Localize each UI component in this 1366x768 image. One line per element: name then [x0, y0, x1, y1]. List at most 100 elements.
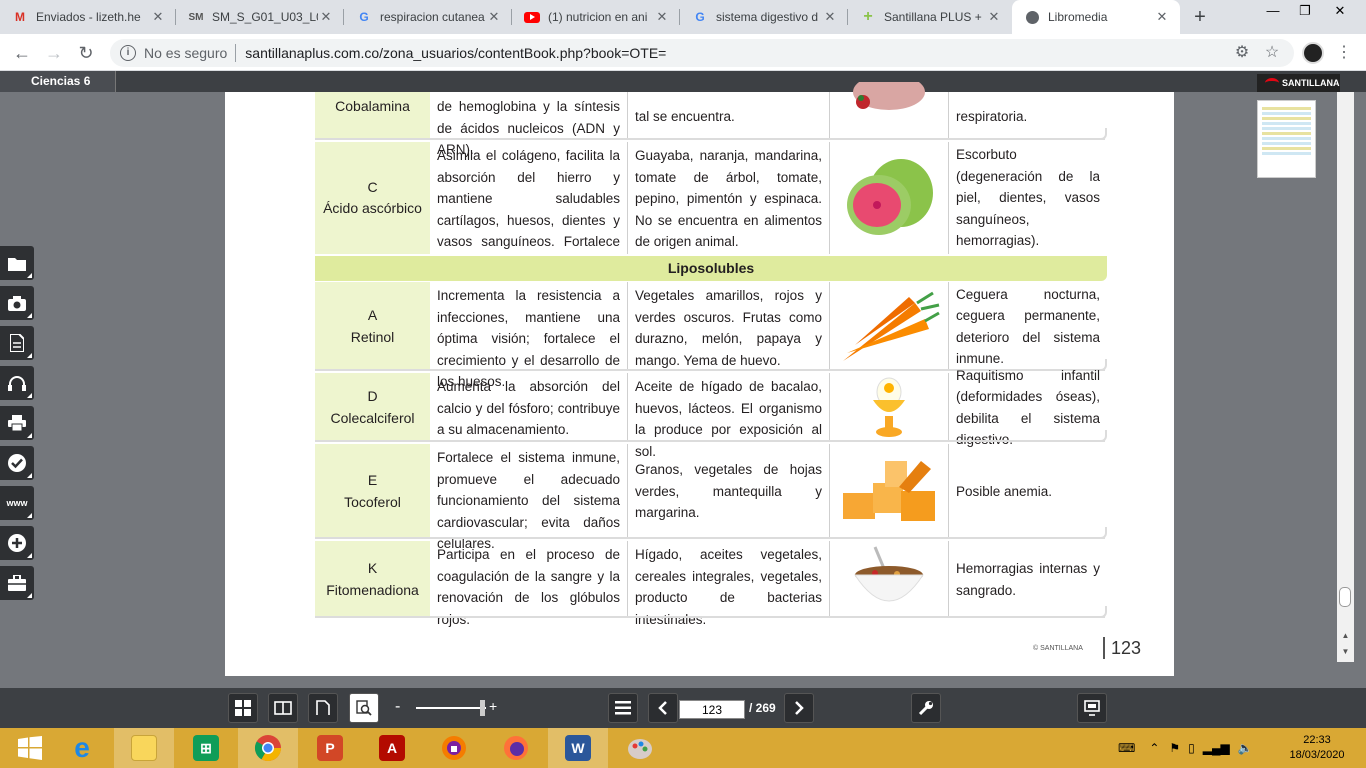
taskbar-app[interactable] [424, 728, 484, 768]
close-icon[interactable]: ✕ [654, 9, 670, 25]
close-window-button[interactable]: ✕ [1325, 0, 1355, 22]
sources-cell: Guayaba, naranja, mandarina, tomate de á… [628, 142, 830, 254]
www-icon[interactable]: www [0, 486, 34, 520]
page-thumbnail[interactable] [1257, 100, 1316, 178]
close-icon[interactable]: ✕ [822, 9, 838, 25]
forward-button[interactable]: → [42, 41, 66, 65]
windows-taskbar: e ⊞ P A W ⌨ ⌃ ⚑ ▯ ▂▄▆ 🔈 22:33 18/03/2020 [0, 728, 1366, 768]
santillana-logo-icon [1265, 78, 1279, 88]
double-page-icon[interactable] [268, 693, 298, 723]
camera-icon[interactable] [0, 286, 34, 320]
row-divider [315, 606, 1107, 618]
carrot-icon [843, 291, 940, 361]
volume-icon[interactable]: 🔈 [1238, 741, 1253, 755]
restore-button[interactable]: ❐ [1290, 0, 1320, 22]
function-text: Fortalece el sistema inmune, promueve el… [437, 450, 620, 551]
close-icon[interactable]: ✕ [486, 9, 502, 25]
close-icon[interactable]: ✕ [986, 9, 1002, 25]
scroll-down-icon[interactable]: ▼ [1337, 644, 1354, 660]
powerpoint-icon: P [317, 735, 343, 761]
add-icon[interactable] [0, 526, 34, 560]
table-row: E Tocoferol Fortalece el sistema inmune,… [315, 444, 1107, 551]
taskbar-file-explorer[interactable] [114, 728, 174, 768]
taskbar-firefox[interactable] [486, 728, 546, 768]
flag-icon[interactable]: ⚑ [1169, 741, 1180, 755]
zoom-in-button[interactable]: + [489, 698, 497, 714]
clock-date: 18/03/2020 [1289, 749, 1345, 761]
thumb-line [1262, 147, 1311, 150]
keyboard-icon[interactable]: ⌨ [1118, 741, 1135, 755]
zoom-slider[interactable] [416, 707, 486, 709]
close-icon[interactable]: ✕ [318, 9, 334, 25]
check-icon[interactable] [0, 446, 34, 480]
youtube-icon [524, 9, 540, 25]
deficiency-text: Raquitismo infantil (deformidades óseas)… [956, 367, 1100, 448]
start-button[interactable] [0, 728, 60, 768]
folder-icon[interactable] [0, 246, 34, 280]
sources-cell: Vegetales amarillos, rojos y verdes oscu… [628, 282, 830, 371]
function-cell: Participa en el proceso de coagulación d… [430, 541, 628, 627]
chevron-up-icon[interactable]: ⌃ [1149, 741, 1159, 755]
tab-sistema-digestivo[interactable]: G sistema digestivo d ✕ [680, 0, 848, 34]
taskbar-ie[interactable]: e [52, 728, 112, 768]
tab-gmail[interactable]: M Enviados - lizeth.he ✕ [0, 0, 176, 34]
viewer-toolbar: - + / 269 [0, 688, 1366, 728]
minimize-button[interactable]: — [1258, 0, 1288, 22]
taskbar-acrobat[interactable]: A [362, 728, 422, 768]
network-icon[interactable]: ▂▄▆ [1203, 741, 1230, 755]
thumb-line [1262, 107, 1311, 110]
taskbar-chrome[interactable] [238, 728, 298, 768]
bookmark-star-icon[interactable]: ☆ [1262, 43, 1282, 63]
zoom-search-icon[interactable] [349, 693, 379, 723]
headphones-icon[interactable] [0, 366, 34, 400]
page-number-input[interactable] [679, 700, 745, 719]
row-divider [315, 128, 1107, 140]
presentation-icon[interactable] [1077, 693, 1107, 723]
scrollbar-thumb[interactable] [1339, 587, 1351, 607]
firefox-icon [504, 736, 528, 760]
grid-view-icon[interactable] [228, 693, 258, 723]
tab-respiracion[interactable]: G respiracion cutanea ✕ [344, 0, 512, 34]
taskbar-paint[interactable] [610, 728, 670, 768]
close-icon[interactable]: ✕ [150, 9, 166, 25]
thumb-line [1262, 137, 1311, 140]
info-icon[interactable]: i [120, 45, 136, 61]
url-text[interactable]: santillanaplus.com.co/zona_usuarios/cont… [245, 45, 666, 61]
zoom-out-button[interactable]: - [395, 698, 400, 716]
tab-santillana-plus[interactable]: + Santillana PLUS + ✕ [848, 0, 1012, 34]
address-bar[interactable]: i No es seguro santillanaplus.com.co/zon… [110, 39, 1294, 67]
previous-page-button[interactable] [648, 693, 678, 723]
next-page-button[interactable] [784, 693, 814, 723]
single-page-icon[interactable] [308, 693, 338, 723]
wrench-icon[interactable] [911, 693, 941, 723]
battery-icon[interactable]: ▯ [1188, 741, 1195, 755]
close-icon[interactable]: ✕ [1154, 9, 1170, 25]
gmail-icon: M [15, 10, 25, 24]
deficiency-cell: Hemorragias internas y sangrado. [949, 541, 1107, 618]
printer-icon[interactable] [0, 406, 34, 440]
extension-blocked-icon[interactable]: ⚙ [1232, 43, 1252, 63]
avatar[interactable] [1302, 42, 1324, 64]
scroll-up-icon[interactable]: ▲ [1337, 628, 1354, 644]
new-tab-button[interactable]: + [1189, 6, 1211, 28]
menu-kebab-icon[interactable]: ⋮ [1334, 43, 1354, 63]
clock[interactable]: 22:33 18/03/2020 [1285, 733, 1349, 763]
zoom-slider-handle[interactable] [480, 700, 485, 716]
deficiency-text: Ceguera nocturna, ceguera permanente, de… [956, 286, 1100, 367]
taskbar-word[interactable]: W [548, 728, 608, 768]
back-button[interactable]: ← [10, 41, 34, 65]
sm-icon: SM [188, 11, 204, 23]
vertical-scrollbar[interactable]: ▲ ▼ [1337, 92, 1354, 662]
tab-youtube[interactable]: (1) nutricion en ani ✕ [512, 0, 680, 34]
reload-button[interactable]: ↻ [74, 41, 98, 65]
taskbar-powerpoint[interactable]: P [300, 728, 360, 768]
function-cell: Aumenta la absorción del calcio y del fó… [430, 373, 628, 442]
tab-libromedia[interactable]: Libromedia ✕ [1012, 0, 1180, 34]
briefcase-icon[interactable] [0, 566, 34, 600]
vitamin-name: Fitomenadiona [326, 581, 419, 598]
taskbar-store[interactable]: ⊞ [176, 728, 236, 768]
menu-list-icon[interactable] [608, 693, 638, 723]
deficiency-cell: Raquitismo infantil (deformidades óseas)… [949, 368, 1107, 448]
tab-sm[interactable]: SM SM_S_G01_U03_L03 ✕ [176, 0, 344, 34]
document-icon[interactable] [0, 326, 34, 360]
